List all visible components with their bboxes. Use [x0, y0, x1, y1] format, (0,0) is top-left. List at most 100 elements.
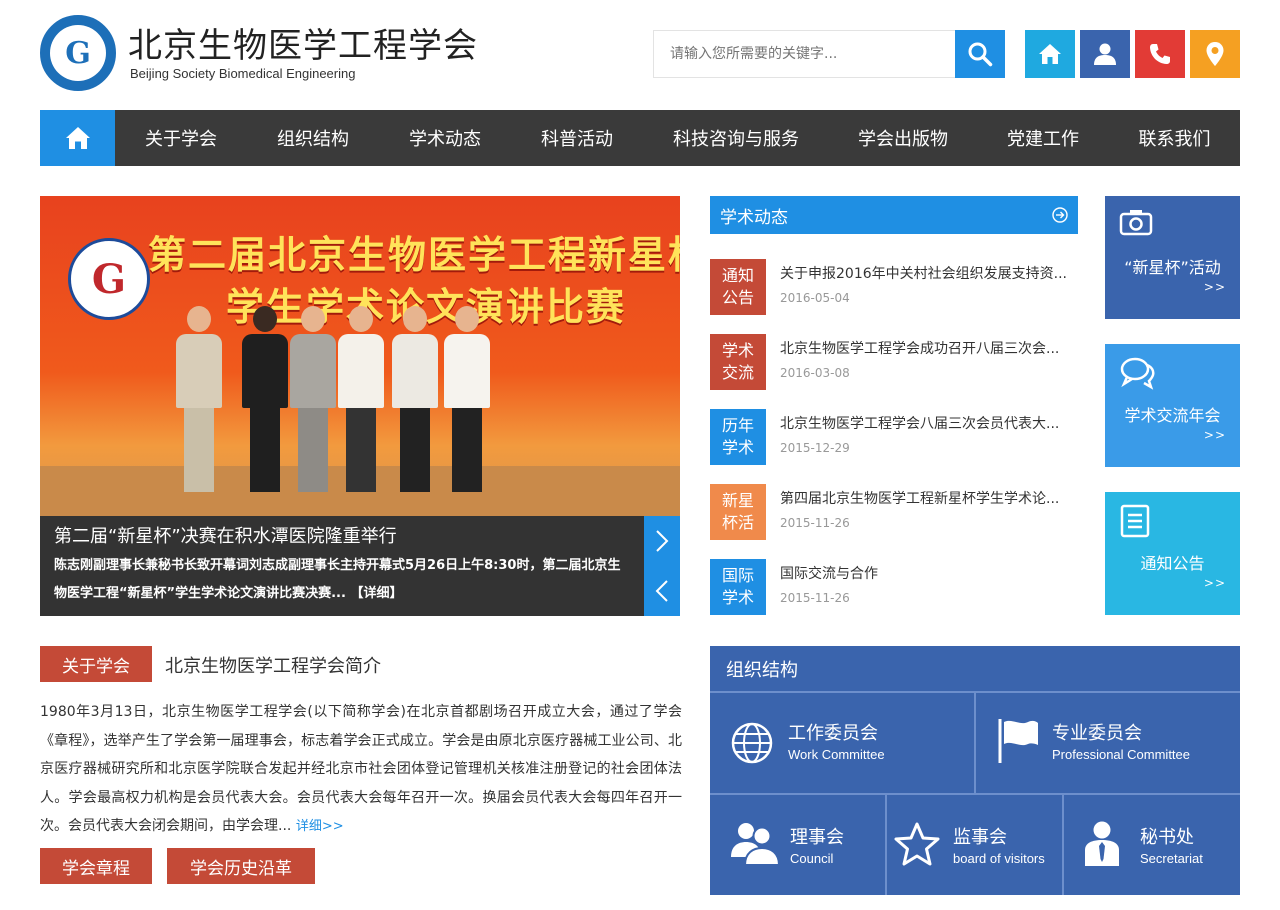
news-heading[interactable]: 学术动态 [710, 196, 1078, 234]
slider-caption-title[interactable]: 第二届“新星杯”决赛在积水潭医院隆重举行 [54, 522, 630, 552]
site-subtitle: Beijing Society Biomedical Engineering [130, 66, 356, 81]
news-tag: 历年学术 [710, 409, 766, 465]
home-icon [1039, 44, 1061, 64]
org-panel: 组织结构 工作委员会 Work Committee 专业委员会 Professi… [710, 646, 1240, 895]
about-body: 1980年3月13日，北京生物医学工程学会(以下简称学会)在北京首都剧场召开成立… [40, 704, 682, 834]
person [338, 306, 384, 492]
news-tag: 国际学术 [710, 559, 766, 615]
home-icon [65, 127, 90, 149]
org-cell-subtitle: Professional Committee [1052, 747, 1190, 762]
slider-caption-body: 陈志刚副理事长兼秘书长致开幕词刘志成副理事长主持开幕式5月26日上午8:30时，… [54, 558, 621, 601]
nav-item-party[interactable]: 党建工作 [977, 110, 1109, 166]
person [290, 306, 336, 492]
phone-icon [1150, 44, 1170, 64]
news-tag: 学术交流 [710, 334, 766, 390]
quick-link-label: “新星杯”活动 [1124, 258, 1221, 277]
quick-link-more: >> [1203, 280, 1226, 294]
news-slider: G 第二届北京生物医学工程新星杯 学生学术论文演讲比赛 第二届“新星杯”决赛在积… [40, 196, 680, 616]
location-quick-button[interactable] [1190, 30, 1240, 78]
org-cell-subtitle: Secretariat [1140, 851, 1203, 866]
org-secretariat[interactable]: 秘书处 Secretariat [1064, 795, 1240, 895]
org-cell-subtitle: Council [790, 851, 834, 866]
globe-icon [731, 722, 773, 764]
banner-line-1: 第二届北京生物医学工程新星杯 [148, 233, 680, 277]
quick-link-more: >> [1203, 428, 1226, 442]
news-item[interactable]: 国际学术 国际交流与合作 2015-11-26 [710, 559, 1080, 615]
slider-photo[interactable]: G 第二届北京生物医学工程新星杯 学生学术论文演讲比赛 [40, 196, 680, 516]
quick-link-notice[interactable]: 通知公告 >> [1105, 492, 1240, 615]
nav-item-organization[interactable]: 组织结构 [247, 110, 379, 166]
org-cell-title: 监事会 [953, 827, 1007, 848]
quick-link-xinxingbei[interactable]: “新星杯”活动 >> [1105, 196, 1240, 319]
notice-icon [1120, 504, 1150, 538]
news-title[interactable]: 第四届北京生物医学工程新星杯学生学术论... [780, 488, 1076, 508]
news-title[interactable]: 关于申报2016年中关村社会组织发展支持资... [780, 263, 1076, 283]
org-professional-committee[interactable]: 专业委员会 Professional Committee [976, 693, 1240, 793]
chevron-left-icon [655, 580, 668, 602]
quick-link-label: 学术交流年会 [1124, 406, 1221, 425]
search-button[interactable] [955, 30, 1005, 78]
slider-prev-button[interactable] [644, 566, 680, 616]
news-item[interactable]: 通知公告 关于申报2016年中关村社会组织发展支持资... 2016-05-04 [710, 259, 1080, 315]
site-logo[interactable]: G [40, 15, 116, 91]
news-item[interactable]: 历年学术 北京生物医学工程学会八届三次会员代表大... 2015-12-29 [710, 409, 1080, 465]
arrow-circle-icon [1052, 207, 1068, 223]
chevron-right-icon [656, 530, 669, 552]
tie-icon [1085, 821, 1119, 866]
news-date: 2016-03-08 [780, 366, 850, 380]
news-title[interactable]: 北京生物医学工程学会成功召开八届三次会... [780, 338, 1076, 358]
user-quick-button[interactable] [1080, 30, 1130, 78]
news-tag: 通知公告 [710, 259, 766, 315]
nav-item-contact[interactable]: 联系我们 [1109, 110, 1240, 166]
org-title: 组织结构 [726, 660, 798, 681]
event-logo: G [68, 238, 150, 320]
news-date: 2015-11-26 [780, 516, 850, 530]
news-item[interactable]: 学术交流 北京生物医学工程学会成功召开八届三次会... 2016-03-08 [710, 334, 1080, 390]
logo-letter: G [50, 25, 106, 81]
nav-item-consulting[interactable]: 科技咨询与服务 [643, 110, 829, 166]
user-icon [1094, 43, 1116, 65]
org-cell-subtitle: Work Committee [788, 747, 885, 762]
nav-item-publications[interactable]: 学会出版物 [829, 110, 977, 166]
slider-caption: 第二届“新星杯”决赛在积水潭医院隆重举行 陈志刚副理事长兼秘书长致开幕词刘志成副… [40, 516, 644, 616]
charter-button[interactable]: 学会章程 [40, 848, 152, 884]
org-work-committee[interactable]: 工作委员会 Work Committee [710, 693, 974, 793]
news-date: 2015-12-29 [780, 441, 850, 455]
org-cell-title: 理事会 [790, 827, 844, 848]
site-title: 北京生物医学工程学会 [128, 26, 478, 66]
quick-link-more: >> [1203, 576, 1226, 590]
news-date: 2015-11-26 [780, 591, 850, 605]
news-title[interactable]: 北京生物医学工程学会八届三次会员代表大... [780, 413, 1076, 433]
org-council[interactable]: 理事会 Council [710, 795, 885, 895]
news-tag: 新星杯活 [710, 484, 766, 540]
slider-more-link[interactable]: 【详细】 [350, 586, 402, 601]
search-icon [968, 42, 993, 67]
search-box [653, 30, 955, 78]
slider-next-button[interactable] [644, 516, 680, 566]
home-quick-button[interactable] [1025, 30, 1075, 78]
org-cell-title: 秘书处 [1140, 827, 1194, 848]
nav-item-academic[interactable]: 学术动态 [379, 110, 511, 166]
news-title[interactable]: 国际交流与合作 [780, 563, 1076, 583]
about-text: 1980年3月13日，北京生物医学工程学会(以下简称学会)在北京首都剧场召开成立… [40, 698, 682, 842]
phone-quick-button[interactable] [1135, 30, 1185, 78]
star-icon [894, 822, 940, 866]
about-tag[interactable]: 关于学会 [40, 646, 152, 682]
slider-caption-text: 陈志刚副理事长兼秘书长致开幕词刘志成副理事长主持开幕式5月26日上午8:30时，… [54, 552, 630, 608]
news-item[interactable]: 新星杯活 第四届北京生物医学工程新星杯学生学术论... 2015-11-26 [710, 484, 1080, 540]
news-date: 2016-05-04 [780, 291, 850, 305]
flag-icon [998, 719, 1038, 763]
search-input[interactable] [654, 31, 955, 77]
about-more-link[interactable]: 详细>> [296, 819, 344, 834]
main-nav: 关于学会 组织结构 学术动态 科普活动 科技咨询与服务 学会出版物 党建工作 联… [40, 110, 1240, 166]
org-board-of-visitors[interactable]: 监事会 board of visitors [887, 795, 1062, 895]
person [392, 306, 438, 492]
history-button[interactable]: 学会历史沿革 [167, 848, 315, 884]
quick-link-label: 通知公告 [1140, 554, 1205, 573]
nav-home[interactable] [40, 110, 115, 166]
quick-link-annual-conference[interactable]: 学术交流年会 >> [1105, 344, 1240, 467]
person [242, 306, 288, 492]
nav-item-science-pop[interactable]: 科普活动 [511, 110, 643, 166]
nav-item-about[interactable]: 关于学会 [115, 110, 247, 166]
people-icon [731, 823, 780, 866]
